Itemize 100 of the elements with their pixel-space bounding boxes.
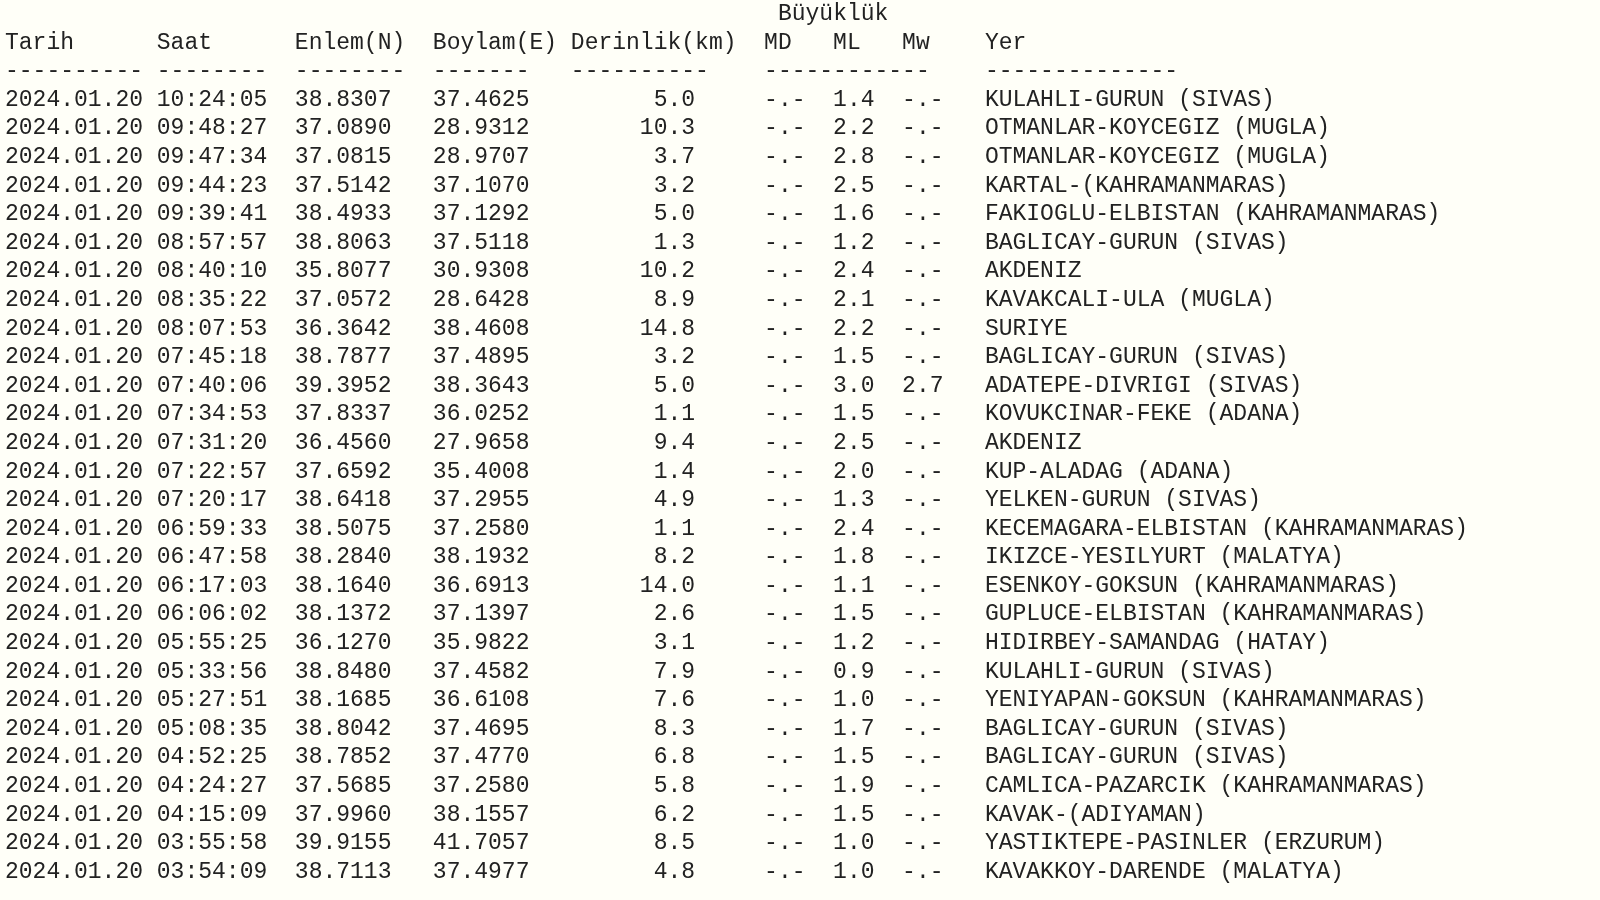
- table-cell-text: 2.5: [833, 171, 876, 201]
- table-cell-text: -.-: [902, 85, 945, 115]
- table-cell-text: 27.9658: [432, 428, 531, 458]
- table-cell-text: 37.8337: [294, 400, 393, 429]
- column-rule: --------: [156, 57, 269, 86]
- table-cell-text: 2.0: [833, 457, 876, 487]
- table-cell: KOVUKCINAR-FEKE (ADANA): [984, 400, 1303, 429]
- table-cell-text: 07:34:53: [156, 400, 269, 429]
- table-cell-text: -.-: [764, 142, 807, 172]
- column-header: Saat: [156, 28, 214, 58]
- table-cell: ADATEPE-DIVRIGI (SIVAS): [984, 371, 1303, 401]
- table-cell-text: 38.1557: [432, 800, 531, 830]
- table-cell-text: 2024.01.20: [5, 371, 145, 401]
- table-cell: IKIZCE-YESILYURT (MALATYA): [984, 543, 1344, 572]
- table-cell-text: -.-: [764, 228, 807, 258]
- table-cell-text: -.-: [902, 142, 945, 172]
- column-header: Enlem(N): [294, 28, 407, 58]
- table-cell: BAGLICAY-GURUN (SIVAS): [984, 743, 1289, 773]
- table-cell-text: -.-: [764, 571, 807, 601]
- table-cell-text: 37.5142: [294, 171, 393, 201]
- table-cell-text: 36.1270: [294, 629, 393, 658]
- table-cell-text: -.-: [902, 171, 945, 201]
- table-cell-text: 38.4933: [294, 200, 393, 229]
- table-cell-text: 2.7: [902, 371, 945, 401]
- table-cell-text: 38.8307: [294, 85, 393, 115]
- table-cell-text: 3.2: [652, 343, 696, 372]
- column-header: Boylam(E): [432, 28, 559, 58]
- table-cell-text: 3.2: [652, 171, 696, 201]
- table-cell-text: -.-: [902, 114, 945, 143]
- table-cell-text: 14.0: [638, 571, 696, 601]
- table-cell-text: 2024.01.20: [5, 571, 145, 601]
- table-cell-text: 08:35:22: [156, 285, 269, 315]
- table-cell-text: -.-: [902, 829, 945, 858]
- table-cell-text: 8.9: [652, 285, 696, 315]
- table-cell-text: 2024.01.20: [5, 257, 145, 286]
- table-cell-text: 37.2955: [432, 486, 531, 515]
- table-cell-text: 05:08:35: [156, 714, 269, 744]
- table-cell-text: 06:59:33: [156, 514, 269, 544]
- table-cell-text: 8.3: [652, 714, 696, 744]
- table-cell-text: 37.0572: [294, 285, 393, 315]
- table-cell-text: 37.5118: [432, 228, 531, 258]
- table-cell: KUP-ALADAG (ADANA): [984, 457, 1234, 487]
- table-cell-text: 2024.01.20: [5, 285, 145, 315]
- table-cell-text: 37.4695: [432, 714, 531, 744]
- table-cell-text: 06:47:58: [156, 543, 269, 572]
- column-header: ML: [833, 28, 862, 58]
- table-cell-text: 04:15:09: [156, 800, 269, 830]
- table-cell-text: 1.6: [833, 200, 876, 229]
- table-cell-text: 38.3643: [432, 371, 531, 401]
- table-cell-text: 10.3: [638, 114, 696, 143]
- table-cell-text: 2024.01.20: [5, 457, 145, 487]
- table-cell-text: 09:47:34: [156, 142, 269, 172]
- table-cell-text: 2024.01.20: [5, 629, 145, 658]
- table-cell-text: -.-: [764, 772, 807, 801]
- table-cell-text: 06:17:03: [156, 571, 269, 601]
- table-cell-text: 1.5: [833, 743, 876, 773]
- table-cell-text: 03:55:58: [156, 829, 269, 858]
- table-cell-text: 04:52:25: [156, 743, 269, 773]
- table-cell-text: 2.5: [833, 428, 876, 458]
- table-cell-text: 38.7877: [294, 343, 393, 372]
- table-cell: YENIYAPAN-GOKSUN (KAHRAMANMARAS): [984, 686, 1427, 715]
- table-cell-text: 38.8042: [294, 714, 393, 744]
- table-cell-text: -.-: [764, 829, 807, 858]
- table-cell-text: -.-: [764, 543, 807, 572]
- table-cell-text: 6.8: [652, 743, 696, 773]
- column-rule: ----------: [5, 57, 145, 86]
- table-cell-text: 36.3642: [294, 314, 393, 344]
- table-cell-text: 1.4: [652, 457, 696, 487]
- table-cell-text: 36.4560: [294, 428, 393, 458]
- table-cell-text: 08:57:57: [156, 228, 269, 258]
- table-cell-text: 2024.01.20: [5, 142, 145, 172]
- table-cell: KAVAKKOY-DARENDE (MALATYA): [984, 857, 1344, 887]
- table-cell-text: 37.2580: [432, 514, 531, 544]
- table-cell-text: 37.1292: [432, 200, 531, 229]
- table-cell-text: 38.1932: [432, 543, 531, 572]
- table-cell: BAGLICAY-GURUN (SIVAS): [984, 228, 1289, 258]
- table-cell-text: 1.3: [652, 228, 696, 258]
- table-cell-text: 1.5: [833, 600, 876, 630]
- table-cell-text: 2024.01.20: [5, 343, 145, 372]
- table-cell: AKDENIZ: [984, 428, 1082, 458]
- table-cell-text: 5.0: [652, 371, 696, 401]
- table-cell-text: -.-: [902, 543, 945, 572]
- table-cell-text: 38.8063: [294, 228, 393, 258]
- table-cell-text: 1.7: [833, 714, 876, 744]
- table-cell-text: 2.2: [833, 114, 876, 143]
- table-cell: AKDENIZ: [984, 257, 1082, 286]
- table-cell-text: -.-: [764, 714, 807, 744]
- table-cell-text: 2024.01.20: [5, 743, 145, 773]
- table-cell-text: 6.2: [652, 800, 696, 830]
- column-rule: ------------: [764, 57, 931, 86]
- table-cell-text: 05:27:51: [156, 686, 269, 715]
- table-cell-text: 2024.01.20: [5, 514, 145, 544]
- table-cell-text: 38.7852: [294, 743, 393, 773]
- table-cell: GUPLUCE-ELBISTAN (KAHRAMANMARAS): [984, 600, 1427, 630]
- table-cell-text: 2024.01.20: [5, 200, 145, 229]
- table-cell-text: 07:40:06: [156, 371, 269, 401]
- table-cell-text: -.-: [902, 600, 945, 630]
- column-header: Tarih: [5, 28, 75, 58]
- column-rule: -------: [432, 57, 531, 86]
- table-cell-text: -.-: [902, 257, 945, 286]
